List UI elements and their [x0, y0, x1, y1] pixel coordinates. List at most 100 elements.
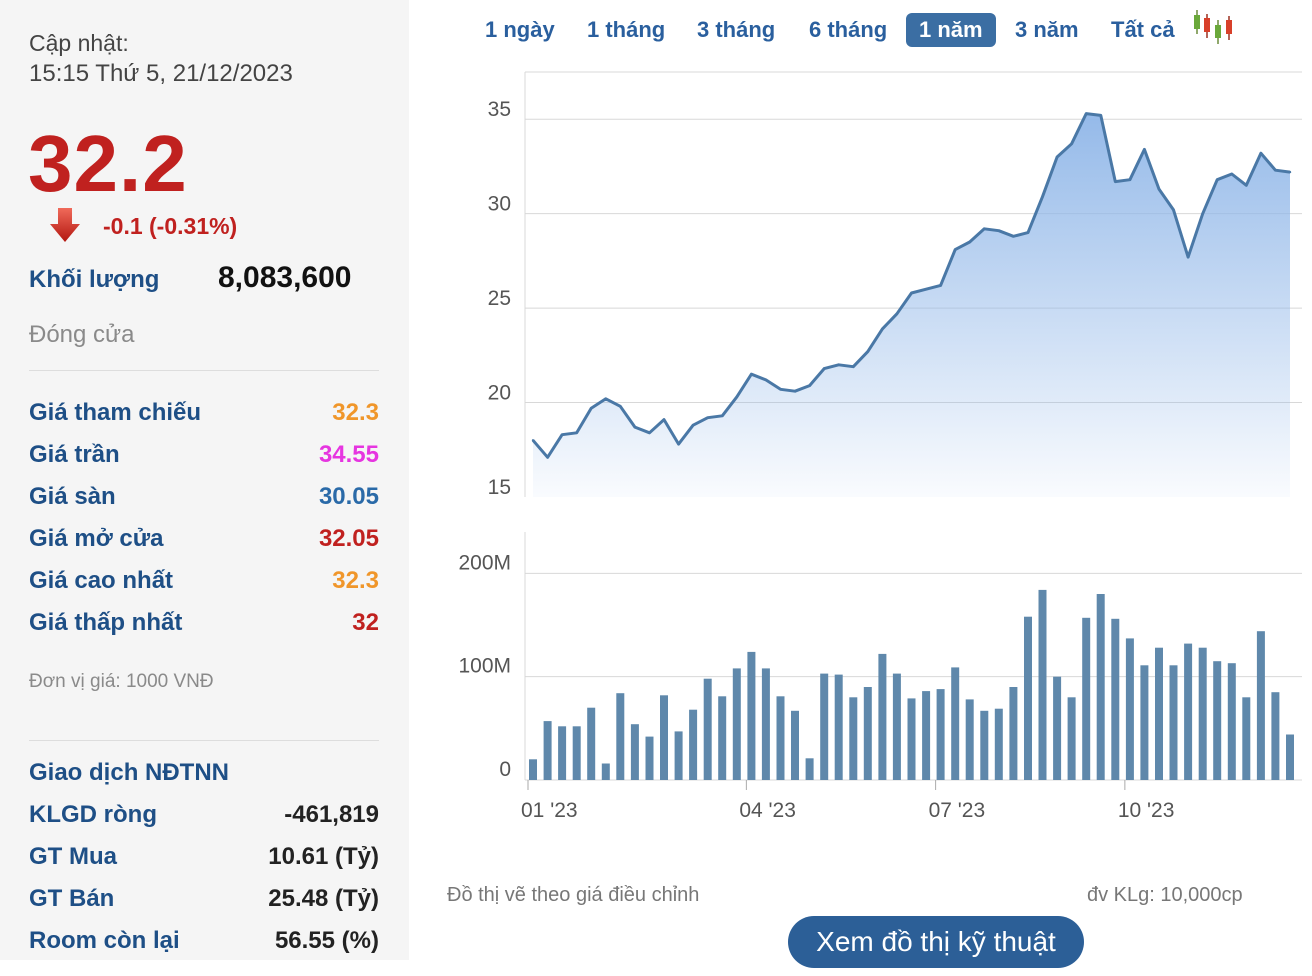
price-point	[1012, 235, 1015, 238]
price-point	[1143, 148, 1146, 151]
volume-bar	[761, 668, 770, 780]
price-point	[822, 367, 826, 370]
volume-bar	[878, 653, 887, 780]
price-point	[750, 373, 753, 376]
price-tick-label: 30	[488, 193, 511, 216]
volume-bar	[689, 709, 698, 780]
price-volume-chart: 15 20 25 30 35 0 100M 200M 01 '23 04 '23 07 '23 10 …	[458, 71, 1302, 822]
volume-bar	[907, 698, 916, 780]
volume-bar	[558, 726, 567, 780]
price-tick-label: 15	[488, 476, 511, 499]
volume-bar	[1256, 631, 1265, 780]
price-point	[1201, 212, 1204, 215]
technical-chart-button[interactable]: Xem đồ thị kỹ thuật	[788, 916, 1084, 968]
price-point	[895, 312, 899, 315]
volume-bar	[1213, 661, 1222, 780]
price-point	[560, 433, 564, 436]
price-point	[968, 240, 971, 244]
volume-bar	[601, 763, 610, 780]
volume-bar	[747, 651, 756, 780]
volume-bar	[951, 667, 960, 780]
volume-unit-note: đv KLg: 10,000cp	[1087, 884, 1243, 906]
price-area-fill	[533, 113, 1290, 497]
volume-bar	[703, 678, 712, 780]
price-point	[808, 384, 811, 387]
price-point	[779, 388, 782, 391]
price-point	[881, 327, 884, 331]
price-point	[1245, 184, 1248, 187]
volume-bar	[1140, 665, 1149, 780]
volume-bar	[1198, 647, 1207, 780]
volume-bar	[1038, 589, 1047, 780]
price-point	[1172, 208, 1175, 212]
volume-bar	[922, 691, 931, 780]
volume-bar	[1227, 663, 1236, 780]
volume-bar	[1024, 616, 1032, 780]
price-point	[1084, 112, 1088, 115]
volume-bar	[965, 699, 974, 780]
volume-bar	[1271, 692, 1280, 780]
volume-bar	[1242, 697, 1251, 780]
volume-bar	[1286, 734, 1294, 780]
price-point	[706, 416, 709, 419]
x-tick-label: 04 '23	[739, 799, 796, 822]
volume-bar	[1169, 665, 1178, 780]
price-point	[866, 350, 870, 353]
price-point	[1128, 178, 1132, 181]
price-point	[1099, 114, 1102, 117]
volume-tick-label: 100M	[458, 655, 511, 678]
price-point	[939, 284, 942, 287]
volume-bar	[674, 731, 683, 780]
price-point	[604, 397, 607, 400]
price-point	[1186, 255, 1190, 259]
volume-bar	[1111, 618, 1120, 780]
volume-bar	[645, 736, 654, 780]
price-tick-label: 35	[488, 98, 511, 121]
price-point	[531, 439, 535, 442]
volume-bar	[805, 758, 814, 780]
x-tick-label: 07 '23	[929, 799, 986, 822]
price-point	[1288, 170, 1292, 174]
price-point	[575, 431, 578, 434]
price-point	[590, 407, 593, 410]
volume-bar	[572, 726, 581, 780]
volume-bar	[529, 759, 537, 780]
price-point	[648, 431, 651, 434]
volume-bar	[630, 724, 639, 780]
volume-bar	[1053, 676, 1062, 780]
volume-bar	[1184, 643, 1193, 780]
price-point	[983, 227, 986, 230]
price-point	[633, 425, 637, 429]
x-tick-label: 01 '23	[521, 799, 578, 822]
price-point	[1274, 169, 1277, 172]
price-point	[1216, 178, 1219, 181]
volume-bar	[1067, 697, 1076, 780]
price-point	[1157, 187, 1161, 191]
price-point	[619, 405, 622, 408]
price-point	[662, 418, 666, 421]
price-point	[721, 414, 724, 417]
volume-bar	[1155, 647, 1163, 780]
price-point	[1041, 195, 1044, 198]
x-tick-label: 10 '23	[1118, 799, 1175, 822]
price-point	[924, 288, 928, 291]
price-point	[735, 395, 739, 399]
volume-bar	[834, 674, 843, 780]
volume-bar	[543, 721, 552, 780]
volume-tick-label: 200M	[458, 551, 511, 574]
price-point	[997, 229, 1001, 232]
volume-bar	[718, 696, 727, 780]
price-point	[1055, 155, 1059, 159]
price-tick-label: 25	[488, 287, 511, 310]
price-point	[1026, 231, 1030, 234]
volume-bar	[892, 673, 901, 780]
volume-bar	[1082, 617, 1091, 780]
price-point	[852, 365, 855, 368]
adjusted-price-note: Đồ thị vẽ theo giá điều chỉnh	[447, 884, 700, 906]
volume-bar	[820, 673, 829, 780]
price-point	[1070, 142, 1073, 145]
volume-bar	[1096, 594, 1105, 780]
price-point	[1230, 172, 1233, 176]
price-point	[793, 390, 797, 393]
price-point	[546, 456, 549, 459]
